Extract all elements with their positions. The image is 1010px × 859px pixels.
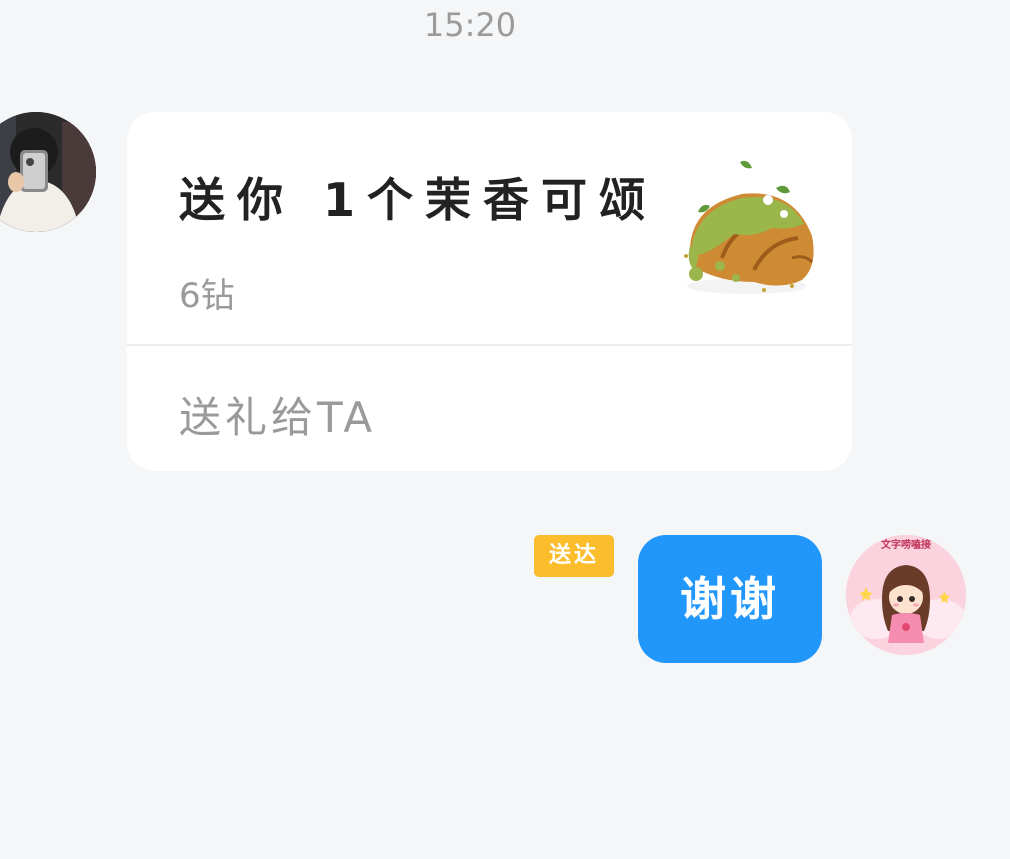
delivered-status-badge: 送达 <box>534 535 614 577</box>
self-avatar[interactable]: 文字唠嗑接 <box>846 535 966 655</box>
send-gift-button[interactable]: 送礼给TA <box>179 384 376 445</box>
user-avatar-photo-icon <box>0 112 96 232</box>
gift-price: 6钻 <box>179 276 235 316</box>
card-divider <box>127 344 852 346</box>
svg-text:文字唠嗑接: 文字唠嗑接 <box>881 538 931 551</box>
gift-title: 送你 1个茉香可颂 <box>179 173 658 227</box>
cartoon-girl-avatar-icon: 文字唠嗑接 <box>846 535 966 655</box>
message-timestamp: 15:20 <box>423 6 517 44</box>
gift-message-card[interactable]: 送你 1个茉香可颂 6钻 送礼给TA <box>127 112 852 471</box>
matcha-croissant-icon <box>672 158 822 303</box>
sender-avatar[interactable] <box>0 112 96 232</box>
outgoing-message-bubble[interactable]: 谢谢 <box>638 535 822 663</box>
